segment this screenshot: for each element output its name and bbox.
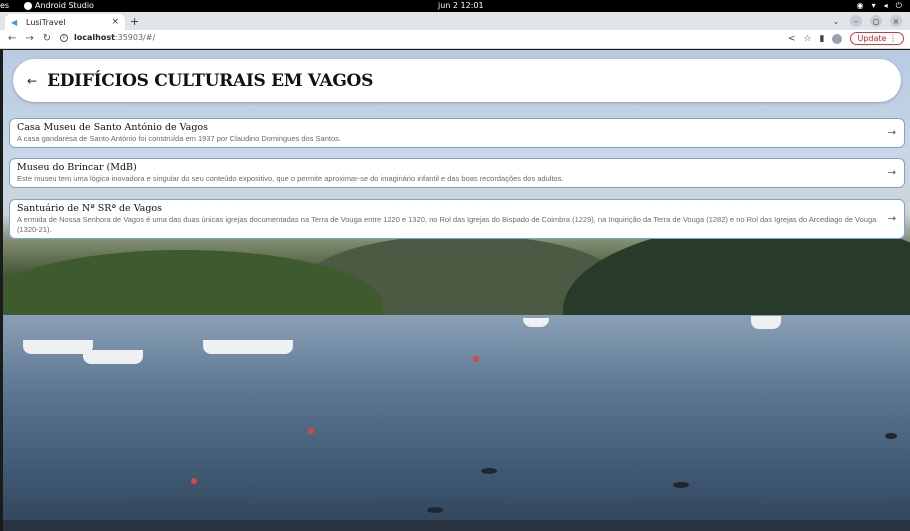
flutter-favicon-icon: ◀: [11, 17, 18, 27]
nav-buttons: ← → ↻: [8, 33, 51, 44]
android-studio-icon: [24, 1, 32, 10]
item-name: Casa Museu de Santo António de Vagos: [17, 122, 209, 133]
back-arrow-icon[interactable]: ←: [27, 74, 37, 88]
bg-duck: [481, 468, 497, 474]
site-info-icon[interactable]: i: [60, 33, 68, 42]
gamepad-icon: ◉: [856, 1, 864, 10]
item-description: A casa gandaresa de Santo António foi co…: [17, 134, 341, 143]
share-icon[interactable]: <: [788, 34, 796, 44]
bg-buoy: [191, 478, 197, 484]
item-description: Este museu tem uma lógica inovadora e si…: [17, 174, 564, 183]
url-host: localhost: [74, 33, 115, 42]
back-nav-icon[interactable]: ←: [8, 33, 16, 44]
update-button[interactable]: Update ⋮: [850, 32, 904, 45]
item-name: Museu do Brincar (MdB): [17, 162, 137, 173]
item-name: Santuário de Nª SRª de Vagos: [17, 203, 163, 214]
os-clock[interactable]: jun 2 12:01: [438, 1, 484, 10]
browser-tab-strip: ◀ LusiTravel × + ⌄ – ○ ×: [0, 12, 910, 30]
url-field[interactable]: i localhost:35903/#/: [60, 33, 155, 42]
browser-address-bar: ← → ↻ i localhost:35903/#/ < ☆ ▮ Update …: [0, 30, 910, 49]
browser-tab[interactable]: ◀ LusiTravel ×: [5, 14, 125, 30]
side-panel-icon[interactable]: ▮: [820, 34, 825, 44]
tab-title: LusiTravel: [26, 17, 66, 27]
system-tray[interactable]: ◉ ▾ ◂ ⏻: [857, 1, 902, 11]
app-viewport: ← EDIFÍCIOS CULTURAIS EM VAGOS Casa Muse…: [3, 50, 910, 531]
activities-label[interactable]: es: [0, 1, 9, 10]
tab-close-icon[interactable]: ×: [111, 17, 119, 27]
os-top-bar: es Android Studio jun 2 12:01 ◉ ▾ ◂ ⏻: [0, 0, 910, 12]
bookmark-star-icon[interactable]: ☆: [803, 34, 811, 44]
window-controls: ⌄ – ○ ×: [830, 15, 902, 27]
url-text: localhost:35903/#/: [74, 33, 155, 42]
app-header: ← EDIFÍCIOS CULTURAIS EM VAGOS: [13, 59, 901, 102]
minimize-button[interactable]: –: [850, 15, 862, 27]
bg-boat: [751, 316, 781, 329]
arrow-right-icon: →: [887, 127, 896, 139]
list-item[interactable]: Casa Museu de Santo António de Vagos A c…: [9, 118, 905, 148]
forward-nav-icon[interactable]: →: [25, 33, 33, 44]
list-item[interactable]: Museu do Brincar (MdB) Este museu tem um…: [9, 158, 905, 188]
page-title: EDIFÍCIOS CULTURAIS EM VAGOS: [47, 70, 374, 91]
close-window-button[interactable]: ×: [890, 15, 902, 27]
os-app-name: Android Studio: [35, 1, 94, 10]
arrow-right-icon: →: [887, 167, 896, 179]
volume-icon: ◂: [883, 1, 888, 10]
wifi-icon: ▾: [871, 1, 876, 10]
toolbar-actions: < ☆ ▮ Update ⋮: [788, 32, 904, 45]
update-label: Update: [857, 34, 887, 43]
tab-search-chevron-icon[interactable]: ⌄: [830, 15, 842, 27]
bg-boat: [523, 318, 549, 327]
maximize-button[interactable]: ○: [870, 15, 882, 27]
bg-buoy: [473, 356, 479, 362]
bg-duck: [885, 433, 897, 439]
bg-buoy: [308, 428, 314, 434]
bg-water: [3, 315, 910, 531]
bg-duck: [673, 482, 689, 488]
bg-shore: [3, 520, 910, 531]
item-description: A ermida de Nossa Senhora de Vagos é uma…: [17, 215, 877, 234]
list-item[interactable]: Santuário de Nª SRª de Vagos A ermida de…: [9, 199, 905, 239]
url-path: :35903/#/: [114, 33, 156, 42]
profile-avatar[interactable]: [832, 33, 843, 44]
arrow-right-icon: →: [887, 213, 896, 225]
os-app-indicator[interactable]: Android Studio: [24, 1, 94, 10]
bg-duck: [427, 507, 443, 513]
new-tab-button[interactable]: +: [130, 15, 139, 28]
reload-icon[interactable]: ↻: [43, 33, 51, 44]
bg-boat: [83, 350, 143, 364]
bg-boat: [203, 340, 293, 354]
power-icon: ⏻: [895, 1, 902, 10]
